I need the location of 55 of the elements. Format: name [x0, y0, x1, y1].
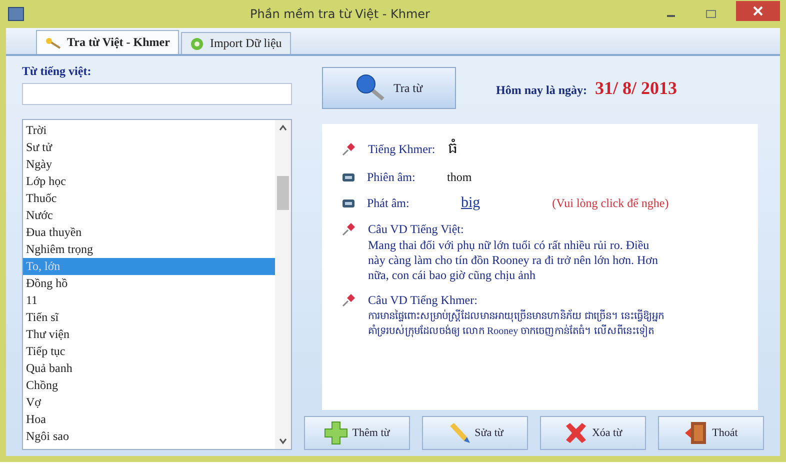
- list-item[interactable]: Tiến sĩ: [23, 309, 275, 326]
- field-label: Tiếng Khmer:: [368, 142, 436, 156]
- list-item[interactable]: Hoa: [23, 411, 275, 428]
- wand-icon: [45, 36, 61, 48]
- delete-icon: [564, 422, 588, 444]
- list-item[interactable]: Ngày: [23, 156, 275, 173]
- field-label: Phát âm:: [367, 196, 410, 211]
- tag-icon: [342, 199, 355, 208]
- pushpin-icon: [342, 142, 356, 156]
- date-value: 31/ 8/ 2013: [595, 78, 678, 98]
- pronunciation-link[interactable]: big: [461, 195, 480, 212]
- plus-icon: [324, 421, 348, 445]
- app-icon: [8, 7, 24, 21]
- pushpin-icon: [342, 293, 356, 307]
- search-button[interactable]: Tra từ: [322, 67, 456, 109]
- list-item[interactable]: Chồng: [23, 377, 275, 394]
- list-item[interactable]: Thư viện: [23, 326, 275, 343]
- list-item[interactable]: Quả banh: [23, 360, 275, 377]
- list-item[interactable]: Ngôi sao: [23, 428, 275, 445]
- list-item[interactable]: Sư tử: [23, 139, 275, 156]
- example-sentence: ការមានផ្ទៃពោះសម្រាប់ស្ត្រីដែលមានអាយុច្រើនមានហានិភ័យ ជាច្រើន។ នេះធ្វើឱ្យអ្នកគាំទ្ររបស់ក្រុមដែលចង់ឲ្យ លោក Rooney ចាកចេញកាន់តែធំ។ លើសពីនេះទៀត: [368, 309, 665, 339]
- list-item[interactable]: Nước: [23, 207, 275, 224]
- list-item[interactable]: Nghiêm trọng: [23, 241, 275, 258]
- disc-icon: [190, 36, 204, 50]
- list-item[interactable]: Trời: [23, 122, 275, 139]
- list-item[interactable]: 11: [23, 292, 275, 309]
- search-icon: [355, 73, 386, 103]
- list-item[interactable]: Đua thuyền: [23, 224, 275, 241]
- list-item[interactable]: Lớp học: [23, 173, 275, 190]
- date-label: Hôm nay là ngày:: [496, 82, 588, 98]
- tab[interactable]: Tra từ Việt - Khmer: [36, 30, 179, 54]
- window-title: Phần mềm tra từ Việt - Khmer: [249, 7, 431, 21]
- scrollbar[interactable]: [275, 120, 291, 449]
- field-label: Phiên âm:: [367, 170, 416, 185]
- field-value: ធំ: [448, 138, 458, 160]
- action-button[interactable]: Xóa từ: [540, 416, 646, 450]
- field-value: thom: [447, 170, 472, 185]
- example-sentence: Mang thai đối với phụ nữ lớn tuổi có rất nhiều rủi ro. Điều này càng làm cho tín đồn Rooney ra đi trở nên lớn hơn. Hơn nữa, con cái bao giờ cũng chịu ảnh: [368, 238, 659, 283]
- field-label: Câu VD Tiếng Việt:: [368, 222, 465, 237]
- action-button[interactable]: Thêm từ: [304, 416, 410, 450]
- tag-icon: [342, 173, 355, 182]
- scroll-thumb[interactable]: [277, 176, 289, 210]
- list-item[interactable]: Thuốc: [23, 190, 275, 207]
- tab[interactable]: Import Dữ liệu: [180, 32, 291, 54]
- action-button[interactable]: Thoát: [658, 416, 764, 450]
- field-label: Câu VD Tiếng Khmer:: [368, 293, 478, 308]
- list-item[interactable]: Đồng hồ: [23, 275, 275, 292]
- field-label: Từ tiếng việt:: [22, 64, 92, 79]
- list-item[interactable]: Tiếp tục: [23, 343, 275, 360]
- search-field[interactable]: [22, 83, 292, 105]
- pushpin-icon: [342, 222, 356, 236]
- door-icon: [684, 421, 708, 445]
- action-button[interactable]: Sửa từ: [422, 416, 528, 450]
- list-item[interactable]: Vợ: [23, 394, 275, 411]
- hint-text: (Vui lòng click để nghe): [552, 196, 669, 211]
